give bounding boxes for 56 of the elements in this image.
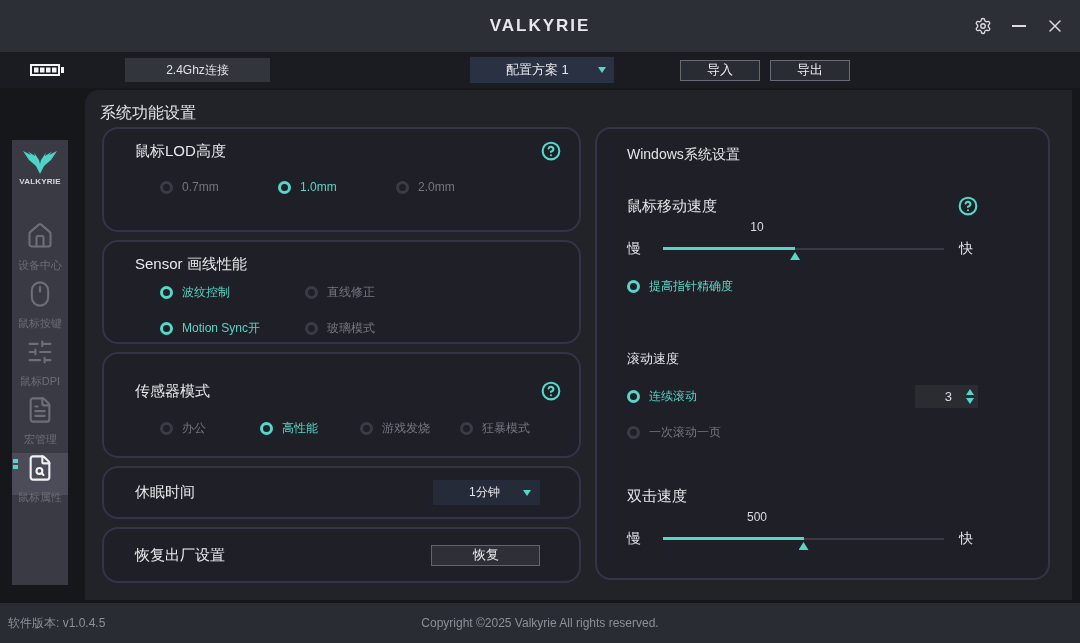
setting-label: 双击速度 xyxy=(627,486,687,506)
battery-icon xyxy=(30,64,64,76)
radio-option[interactable]: 游戏发烧 xyxy=(360,418,460,438)
slider-thumb[interactable] xyxy=(798,542,809,550)
radio-option[interactable]: 2.0mm xyxy=(396,177,514,197)
slow-label: 慢 xyxy=(627,240,641,258)
home-icon xyxy=(26,222,54,250)
help-icon[interactable] xyxy=(541,141,561,161)
profile-dropdown[interactable]: 配置方案 1 xyxy=(470,57,614,83)
card-title: 恢复出厂设置 xyxy=(135,545,225,565)
reset-button[interactable]: 恢复 xyxy=(431,544,540,566)
card-title: 传感器模式 xyxy=(135,381,210,401)
radio-option[interactable]: 0.7mm xyxy=(160,177,278,197)
card-title: Sensor 画线性能 xyxy=(135,254,247,274)
card-title: 鼠标LOD高度 xyxy=(135,141,226,161)
caret-icon xyxy=(598,67,606,73)
help-icon[interactable] xyxy=(958,196,978,216)
check-option[interactable]: 直线修正 xyxy=(305,282,450,302)
slow-label: 慢 xyxy=(627,530,641,548)
radio-option[interactable]: 办公 xyxy=(160,418,260,438)
setting-label: 滚动速度 xyxy=(627,350,679,368)
toolbar-button[interactable]: 导入 xyxy=(680,59,760,81)
card-title: Windows系统设置 xyxy=(627,146,740,164)
wings-logo-icon xyxy=(23,151,57,175)
stepper-arrows-icon[interactable] xyxy=(966,388,974,404)
fast-label: 快 xyxy=(959,530,973,548)
copyright-text: Copyright ©2025 Valkyrie All rights reserved. xyxy=(421,616,659,630)
sliders-icon xyxy=(26,338,54,366)
logo-wordmark: VALKYRIE xyxy=(489,16,591,36)
radio-option[interactable]: 一次滚动一页 xyxy=(627,422,721,442)
slider-value: 10 xyxy=(749,220,765,234)
radio-option[interactable]: 狂暴模式 xyxy=(460,418,560,438)
help-icon[interactable] xyxy=(541,381,561,401)
setting-label: 鼠标移动速度 xyxy=(627,196,717,216)
connection-status: 2.4Ghz连接 xyxy=(125,58,270,82)
caret-icon xyxy=(523,489,531,496)
minimize-icon xyxy=(1012,25,1026,27)
logo-text: VALKYRIE xyxy=(19,177,61,186)
check-option[interactable]: 玻璃模式 xyxy=(305,318,450,338)
radio-option[interactable]: 1.0mm xyxy=(278,177,396,197)
gear-icon xyxy=(974,17,992,35)
card-title: 休眠时间 xyxy=(135,483,195,502)
check-option[interactable]: Motion Sync开 xyxy=(160,318,305,338)
radio-option[interactable]: 连续滚动 xyxy=(627,386,697,406)
slider-thumb[interactable] xyxy=(790,252,801,260)
check-option[interactable]: 波纹控制 xyxy=(160,282,305,302)
radio-option[interactable]: 高性能 xyxy=(260,418,360,438)
check-option[interactable]: 提高指针精确度 xyxy=(627,276,733,296)
dropdown[interactable]: 1分钟 xyxy=(433,480,540,505)
number-field[interactable]: 3 xyxy=(915,384,978,408)
version-text: 软件版本: v1.0.4.5 xyxy=(8,614,107,632)
toolbar-button[interactable]: 导出 xyxy=(770,59,850,81)
fast-label: 快 xyxy=(959,240,973,258)
slider-value: 500 xyxy=(746,510,768,524)
page-title: 系统功能设置 xyxy=(100,103,197,123)
active-indicator-icon xyxy=(13,459,18,469)
